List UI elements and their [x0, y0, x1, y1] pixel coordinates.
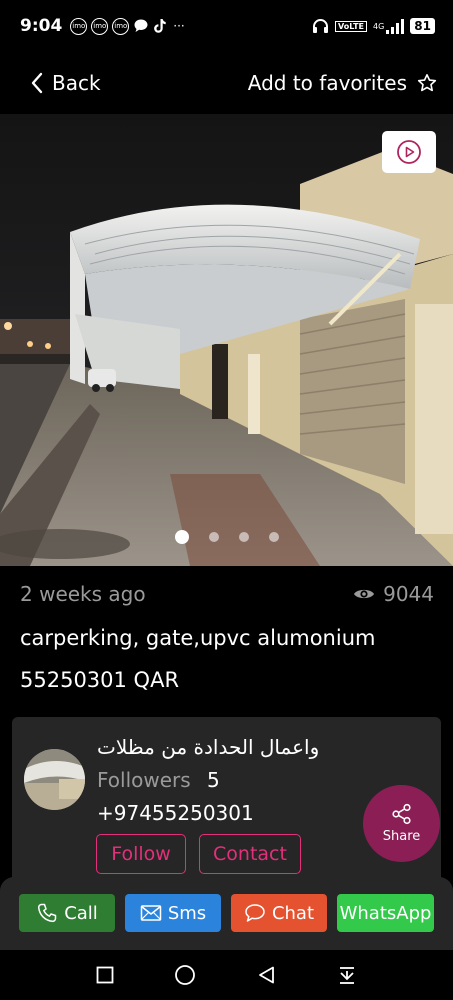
- star-icon: [417, 74, 437, 92]
- envelope-icon: [140, 905, 162, 921]
- chat-button[interactable]: Chat: [231, 894, 327, 932]
- headphones-icon: [313, 19, 329, 33]
- seller-avatar-image: [24, 749, 85, 810]
- phone-icon: [38, 903, 57, 923]
- seller-phone: +97455250301: [97, 801, 254, 825]
- call-label: Call: [64, 902, 98, 924]
- imo-icon: imo: [112, 17, 130, 35]
- status-time: 9:04: [20, 16, 63, 36]
- seller-name: واعمال الحدادة من مظلات: [97, 735, 320, 759]
- play-circle-icon: [397, 140, 421, 164]
- posted-time: 2 weeks ago: [20, 582, 146, 606]
- listing-title: carperking, gate,upvc alumonium: [20, 626, 376, 650]
- battery-icon: 81: [410, 18, 435, 34]
- signal-icon: [386, 18, 405, 34]
- notification-icons: imo imo imo ···: [70, 17, 185, 35]
- listing-meta: 2 weeks ago 9044: [20, 582, 434, 606]
- imo-icon: imo: [70, 17, 88, 35]
- sms-button[interactable]: Sms: [125, 894, 221, 932]
- network-type: 4G: [373, 22, 385, 31]
- carousel-dot[interactable]: [238, 532, 249, 542]
- chat-label: Chat: [271, 902, 315, 924]
- back-triangle-icon[interactable]: [257, 965, 277, 985]
- back-label: Back: [52, 71, 101, 95]
- more-notifications-icon: ···: [173, 19, 185, 33]
- favorites-label: Add to favorites: [247, 71, 407, 95]
- status-bar: 9:04 imo imo imo ··· VoLTE 4G 81: [0, 0, 453, 52]
- listing-price: 55250301 QAR: [20, 668, 180, 692]
- carousel-dot[interactable]: [208, 532, 219, 542]
- play-video-button[interactable]: [382, 131, 436, 173]
- share-button[interactable]: Share: [363, 785, 440, 862]
- add-to-favorites-button[interactable]: Add to favorites: [248, 71, 437, 95]
- chat-bubble-icon: [134, 19, 148, 32]
- call-button[interactable]: Call: [19, 894, 115, 932]
- tiktok-icon: [154, 19, 166, 33]
- whatsapp-label: WhatsApp: [339, 902, 432, 924]
- recents-square-icon[interactable]: [96, 966, 114, 984]
- back-button[interactable]: Back: [30, 71, 101, 95]
- views-value: 9044: [383, 582, 434, 606]
- eye-icon: [354, 589, 375, 599]
- contact-action-bar: Call Sms Chat WhatsApp: [0, 877, 453, 950]
- imo-icon: imo: [91, 17, 109, 35]
- top-nav: Back Add to favorites: [0, 58, 453, 108]
- carousel-dots: [0, 530, 453, 544]
- share-label: Share: [382, 829, 421, 844]
- system-navigation-bar: [0, 950, 453, 1000]
- home-circle-icon[interactable]: [174, 964, 196, 986]
- volte-badge: VoLTE: [335, 20, 367, 32]
- share-icon: [391, 803, 411, 825]
- whatsapp-button[interactable]: WhatsApp: [337, 894, 434, 932]
- followers-label: Followers: [97, 768, 191, 792]
- avatar[interactable]: [24, 749, 85, 810]
- followers-count: 5: [207, 768, 220, 792]
- sms-label: Sms: [167, 902, 207, 924]
- listing-image-carousel[interactable]: [0, 114, 453, 566]
- carousel-dot[interactable]: [268, 532, 279, 542]
- carousel-dot[interactable]: [174, 530, 189, 544]
- status-right: VoLTE 4G 81: [312, 18, 435, 34]
- contact-button[interactable]: Contact: [199, 834, 301, 874]
- followers: Followers 5: [97, 768, 220, 792]
- listing-photo: [0, 114, 453, 566]
- chat-icon: [245, 904, 265, 922]
- chevron-left-icon: [31, 72, 43, 94]
- view-count: 9044: [353, 582, 434, 606]
- notification-pulldown-icon[interactable]: [337, 965, 357, 985]
- follow-button[interactable]: Follow: [96, 834, 186, 874]
